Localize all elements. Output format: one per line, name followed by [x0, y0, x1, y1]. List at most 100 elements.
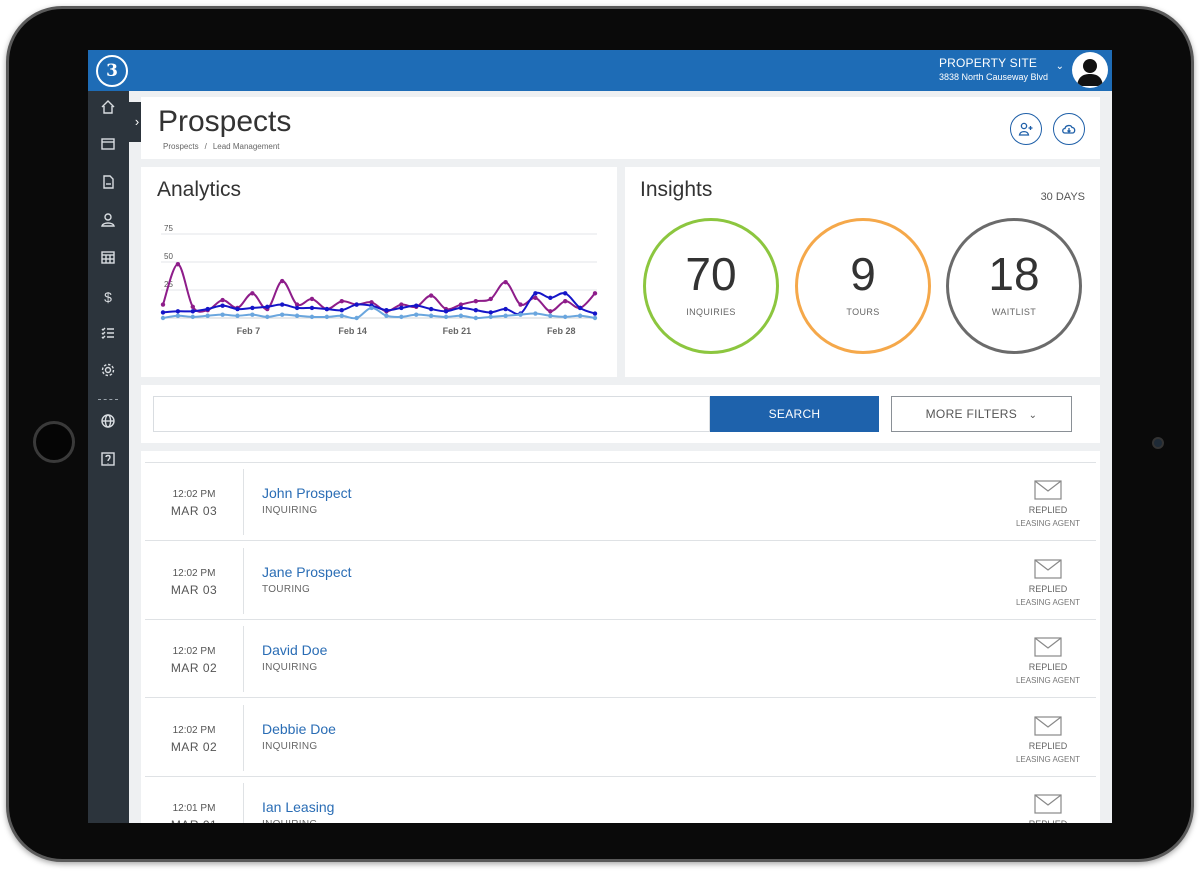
data-point[interactable] [488, 314, 493, 320]
period-label[interactable]: 30 DAYS [1041, 191, 1085, 203]
data-point[interactable] [205, 313, 210, 318]
mail-icon[interactable] [1034, 558, 1062, 579]
help-icon[interactable] [98, 451, 118, 471]
data-point[interactable] [577, 313, 583, 318]
globe-icon[interactable] [98, 413, 118, 433]
data-point[interactable] [175, 309, 181, 314]
data-point[interactable] [428, 293, 434, 298]
data-point[interactable] [279, 302, 285, 307]
table-row[interactable]: 12:02 PM MAR 03 Jane Prospect TOURING REPLIE… [145, 541, 1096, 620]
data-point[interactable] [503, 306, 508, 312]
data-point[interactable] [235, 313, 240, 318]
prospect-name[interactable]: Debbie Doe [262, 721, 336, 737]
breadcrumb-lead-management[interactable]: Lead Management [213, 142, 280, 151]
data-point[interactable] [488, 310, 493, 315]
data-point[interactable] [563, 299, 568, 304]
user-icon[interactable] [98, 212, 118, 232]
prospect-name[interactable]: Jane Prospect [262, 564, 352, 580]
checklist-icon[interactable] [98, 325, 118, 345]
data-point[interactable] [160, 315, 166, 321]
data-point[interactable] [250, 291, 255, 296]
data-point[interactable] [443, 314, 449, 320]
app-logo[interactable]: 3 [96, 55, 128, 87]
data-point[interactable] [428, 306, 434, 312]
data-point[interactable] [250, 312, 255, 317]
data-point[interactable] [220, 303, 225, 308]
data-point[interactable] [205, 306, 210, 312]
data-point[interactable] [265, 314, 270, 320]
inquiries-ring[interactable]: 70 INQUIRIES [643, 218, 779, 354]
prospect-name[interactable]: David Doe [262, 642, 327, 658]
gear-icon[interactable] [98, 362, 118, 382]
data-point[interactable] [220, 312, 225, 317]
data-point[interactable] [309, 296, 315, 302]
data-point[interactable] [190, 314, 195, 320]
data-point[interactable] [473, 299, 479, 304]
data-point[interactable] [294, 313, 300, 318]
data-point[interactable] [518, 302, 523, 307]
data-point[interactable] [175, 313, 181, 318]
data-point[interactable] [279, 278, 285, 284]
data-point[interactable] [458, 305, 464, 311]
data-point[interactable] [488, 296, 493, 302]
data-point[interactable] [592, 315, 598, 321]
avatar[interactable] [1072, 52, 1108, 88]
data-point[interactable] [384, 307, 389, 313]
chevron-down-icon[interactable]: ⌄ [1056, 61, 1064, 72]
data-point[interactable] [235, 306, 240, 312]
calendar-icon[interactable] [98, 249, 118, 269]
dollar-icon[interactable]: $ [98, 287, 118, 307]
home-icon[interactable] [98, 99, 118, 119]
waitlist-ring[interactable]: 18 WAITLIST [946, 218, 1082, 354]
data-point[interactable] [309, 314, 315, 320]
data-point[interactable] [279, 312, 285, 317]
mail-icon[interactable] [1034, 637, 1062, 657]
data-point[interactable] [563, 314, 568, 320]
data-point[interactable] [414, 303, 419, 308]
data-point[interactable] [548, 309, 553, 314]
data-point[interactable] [592, 311, 598, 316]
more-filters-button[interactable]: MORE FILTERS ⌄ [891, 396, 1072, 432]
table-row[interactable]: 12:02 PM MAR 03 John Prospect INQUIRING REPL… [145, 463, 1096, 541]
data-point[interactable] [577, 305, 583, 311]
data-point[interactable] [160, 310, 166, 315]
data-point[interactable] [324, 306, 330, 312]
data-point[interactable] [503, 279, 508, 285]
data-point[interactable] [220, 297, 225, 303]
data-point[interactable] [339, 299, 344, 304]
data-point[interactable] [309, 305, 315, 311]
data-point[interactable] [548, 295, 553, 301]
home-button[interactable] [33, 421, 75, 463]
data-point[interactable] [339, 307, 344, 313]
data-point[interactable] [324, 314, 330, 320]
search-input[interactable] [153, 396, 710, 432]
data-point[interactable] [458, 313, 464, 318]
mail-icon[interactable] [1034, 480, 1062, 500]
document-icon[interactable] [98, 174, 118, 194]
data-point[interactable] [354, 302, 359, 307]
data-point[interactable] [399, 305, 404, 311]
data-point[interactable] [414, 312, 419, 317]
data-point[interactable] [533, 311, 538, 316]
data-point[interactable] [503, 313, 508, 318]
data-point[interactable] [473, 307, 479, 313]
data-point[interactable] [250, 305, 255, 311]
search-button[interactable]: SEARCH [710, 396, 879, 432]
window-icon[interactable] [98, 136, 118, 156]
table-row[interactable]: 12:02 PM MAR 02 Debbie Doe INQUIRING REPLIED… [145, 698, 1096, 777]
data-point[interactable] [190, 309, 195, 314]
data-point[interactable] [339, 313, 344, 318]
data-point[interactable] [533, 291, 538, 296]
data-point[interactable] [399, 314, 404, 320]
prospect-name[interactable]: Ian Leasing [262, 799, 334, 815]
mail-icon[interactable] [1034, 794, 1062, 814]
tours-ring[interactable]: 9 TOURS [795, 218, 931, 354]
data-point[interactable] [294, 305, 300, 311]
data-point[interactable] [443, 309, 449, 314]
table-row[interactable]: 12:01 PMMAR 01Ian LeasingINQUIRINGREPLIE… [145, 777, 1096, 823]
breadcrumb-prospects[interactable]: Prospects [163, 142, 199, 151]
prospect-name[interactable]: John Prospect [262, 485, 352, 501]
table-row[interactable]: 12:02 PM MAR 02 David Doe INQUIRING REPLIED L… [145, 620, 1096, 698]
data-point[interactable] [265, 304, 270, 309]
data-point[interactable] [354, 315, 359, 321]
